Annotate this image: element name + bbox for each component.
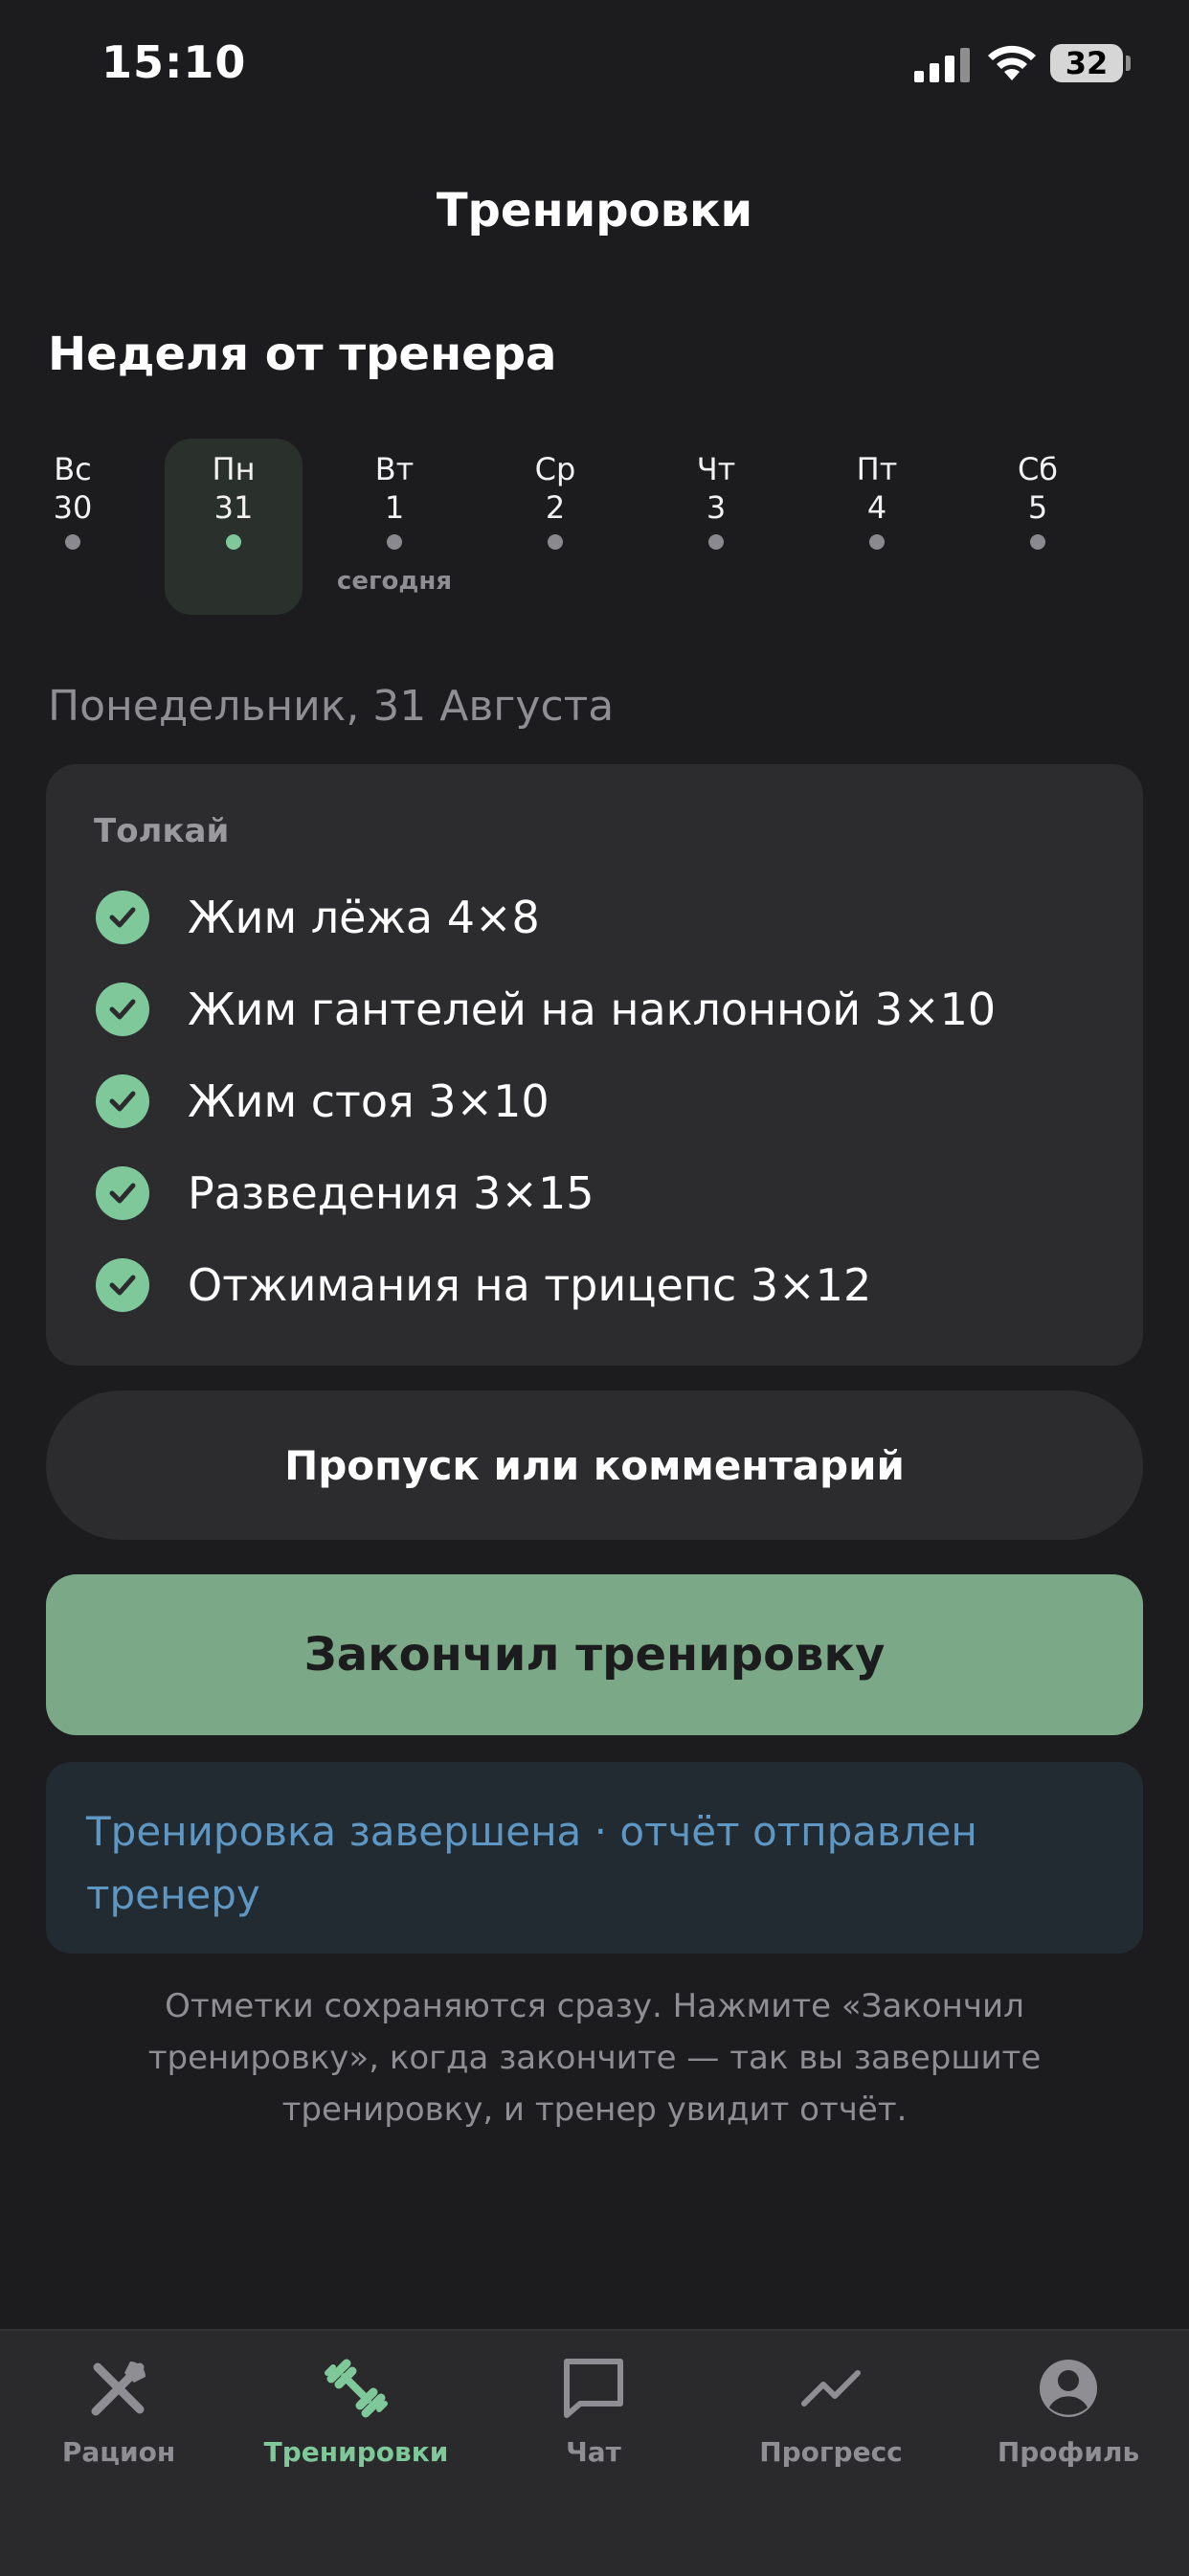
page-title: Тренировки [436, 184, 753, 237]
day-name: Пн [212, 451, 256, 487]
wifi-icon [988, 45, 1036, 80]
profile-icon [1040, 2360, 1097, 2417]
dumbbell-icon [325, 2359, 388, 2418]
day-name: Сб [1017, 451, 1059, 487]
skip-or-comment-button[interactable]: Пропуск или комментарий [46, 1390, 1143, 1540]
status-time: 15:10 [101, 36, 247, 88]
day-dot [1030, 534, 1045, 550]
cellular-signal-icon [914, 48, 972, 82]
day-dot [387, 534, 402, 550]
day-name: Чт [696, 451, 736, 487]
exercise-row[interactable]: Отжимания на трицепс 3×12 [96, 1256, 871, 1314]
day-dot [548, 534, 563, 550]
day-dot [708, 534, 724, 550]
exercise-label: Жим гантелей на наклонной 3×10 [188, 983, 997, 1035]
day-number: 31 [213, 489, 254, 526]
day-number: 30 [53, 489, 93, 526]
trend-icon [801, 2370, 861, 2407]
day-name: Пт [856, 451, 898, 487]
tab-label: Тренировки [263, 2436, 449, 2468]
tab-label: Профиль [997, 2436, 1140, 2468]
day-item[interactable]: Чт 3 [647, 439, 785, 615]
completion-notice-text: Тренировка завершена · отчёт отправлен т… [86, 1808, 977, 1918]
day-dot [65, 534, 80, 550]
exercise-row[interactable]: Жим гантелей на наклонной 3×10 [96, 981, 996, 1038]
day-item[interactable]: Сб 5 [969, 439, 1107, 615]
check-icon[interactable] [96, 1074, 149, 1128]
day-item[interactable]: Вс 30 [4, 439, 142, 615]
day-name: Ср [534, 451, 576, 487]
day-item[interactable]: Пт 4 [808, 439, 946, 615]
tab-label: Прогресс [759, 2436, 903, 2468]
exercise-label: Разведения 3×15 [188, 1167, 594, 1219]
day-number: 3 [706, 489, 727, 526]
exercise-row[interactable]: Жим стоя 3×10 [96, 1073, 550, 1130]
tab-diet[interactable]: Рацион [13, 2350, 224, 2468]
today-label: сегодня [336, 567, 453, 596]
day-number: 2 [545, 489, 566, 526]
check-icon[interactable] [96, 1258, 149, 1312]
tab-label: Чат [566, 2436, 621, 2468]
day-item[interactable]: Пн 31 [165, 439, 303, 615]
workout-title: Толкай [94, 812, 230, 850]
tab-workouts[interactable]: Тренировки [251, 2350, 461, 2468]
day-name: Вт [374, 451, 415, 487]
day-number: 1 [384, 489, 405, 526]
day-dot [226, 534, 241, 550]
battery-tip [1126, 56, 1131, 71]
hint-text: Отметки сохраняются сразу. Нажмите «Зако… [147, 1987, 1042, 2129]
selected-date: Понедельник, 31 Августа [48, 682, 615, 731]
day-item[interactable]: Ср 2 [486, 439, 624, 615]
tab-label: Рацион [61, 2436, 176, 2468]
battery-icon: 32 [1050, 44, 1123, 82]
workout-card: Толкай Жим лёжа 4×8 Жим гантелей на накл… [46, 764, 1143, 1366]
fork-knife-icon [91, 2361, 146, 2416]
exercise-label: Жим лёжа 4×8 [188, 892, 540, 943]
day-number: 4 [866, 489, 887, 526]
day-dot [869, 534, 885, 550]
day-name: Вс [54, 451, 92, 487]
exercise-label: Отжимания на трицепс 3×12 [188, 1259, 872, 1311]
check-icon[interactable] [96, 983, 149, 1036]
check-icon[interactable] [96, 1166, 149, 1220]
exercise-label: Жим стоя 3×10 [188, 1075, 550, 1127]
tab-bar: Рацион Тренировки Чат Прогресс Профиль [0, 2329, 1189, 2576]
tab-chat[interactable]: Чат [488, 2350, 699, 2468]
completion-notice: Тренировка завершена · отчёт отправлен т… [46, 1762, 1143, 1954]
exercise-row[interactable]: Жим лёжа 4×8 [96, 889, 540, 946]
tab-progress[interactable]: Прогресс [726, 2350, 936, 2468]
exercise-row[interactable]: Разведения 3×15 [96, 1164, 594, 1222]
tab-profile[interactable]: Профиль [963, 2350, 1174, 2468]
check-icon[interactable] [96, 891, 149, 944]
day-number: 5 [1027, 489, 1048, 526]
finish-workout-button[interactable]: Закончил тренировку [46, 1574, 1143, 1735]
week-title: Неделя от тренера [48, 328, 557, 381]
chat-icon [564, 2359, 623, 2418]
